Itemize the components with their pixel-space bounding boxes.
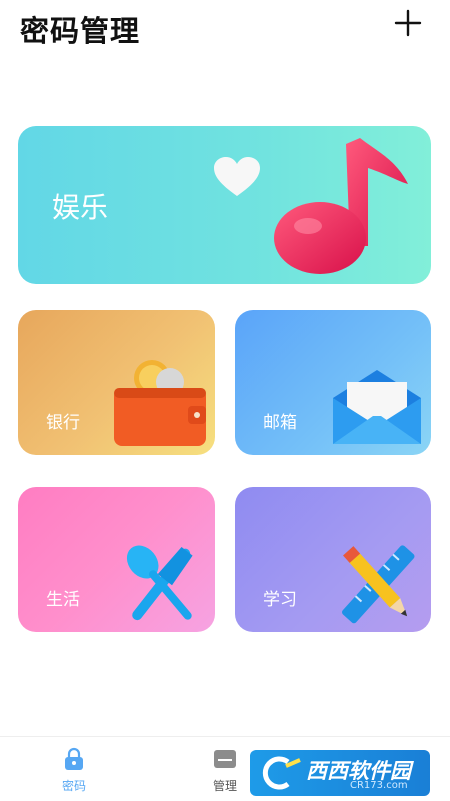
category-card-life[interactable]: 生活 xyxy=(18,487,215,632)
category-label: 银行 xyxy=(46,413,80,433)
category-label: 娱乐 xyxy=(52,191,109,224)
plus-icon xyxy=(394,9,422,37)
category-card-entertainment[interactable]: 娱乐 xyxy=(18,126,431,284)
watermark-logo-icon xyxy=(262,756,301,790)
category-card-study[interactable]: 学习 xyxy=(235,487,431,632)
music-note-icon xyxy=(274,138,408,274)
category-label: 学习 xyxy=(263,590,297,610)
watermark: 西西软件园 CR173.com xyxy=(250,750,430,796)
header: 密码管理 xyxy=(0,0,450,60)
tab-label: 密码 xyxy=(61,779,86,793)
category-card-email[interactable]: 邮箱 xyxy=(235,310,431,455)
wallet-icon xyxy=(114,360,206,446)
watermark-subtext: CR173.com xyxy=(350,780,408,791)
envelope-icon xyxy=(333,370,421,444)
folder-icon xyxy=(214,750,236,768)
category-card-bank[interactable]: 银行 xyxy=(18,310,215,455)
page-title: 密码管理 xyxy=(20,14,141,48)
lock-icon xyxy=(65,747,83,770)
add-button[interactable] xyxy=(393,8,423,38)
pencil-ruler-icon xyxy=(342,545,415,624)
heart-icon xyxy=(214,157,260,196)
utensils-icon xyxy=(126,545,193,621)
category-label: 邮箱 xyxy=(263,413,297,433)
category-label: 生活 xyxy=(46,590,80,610)
tab-password[interactable]: 密码 xyxy=(34,737,114,801)
